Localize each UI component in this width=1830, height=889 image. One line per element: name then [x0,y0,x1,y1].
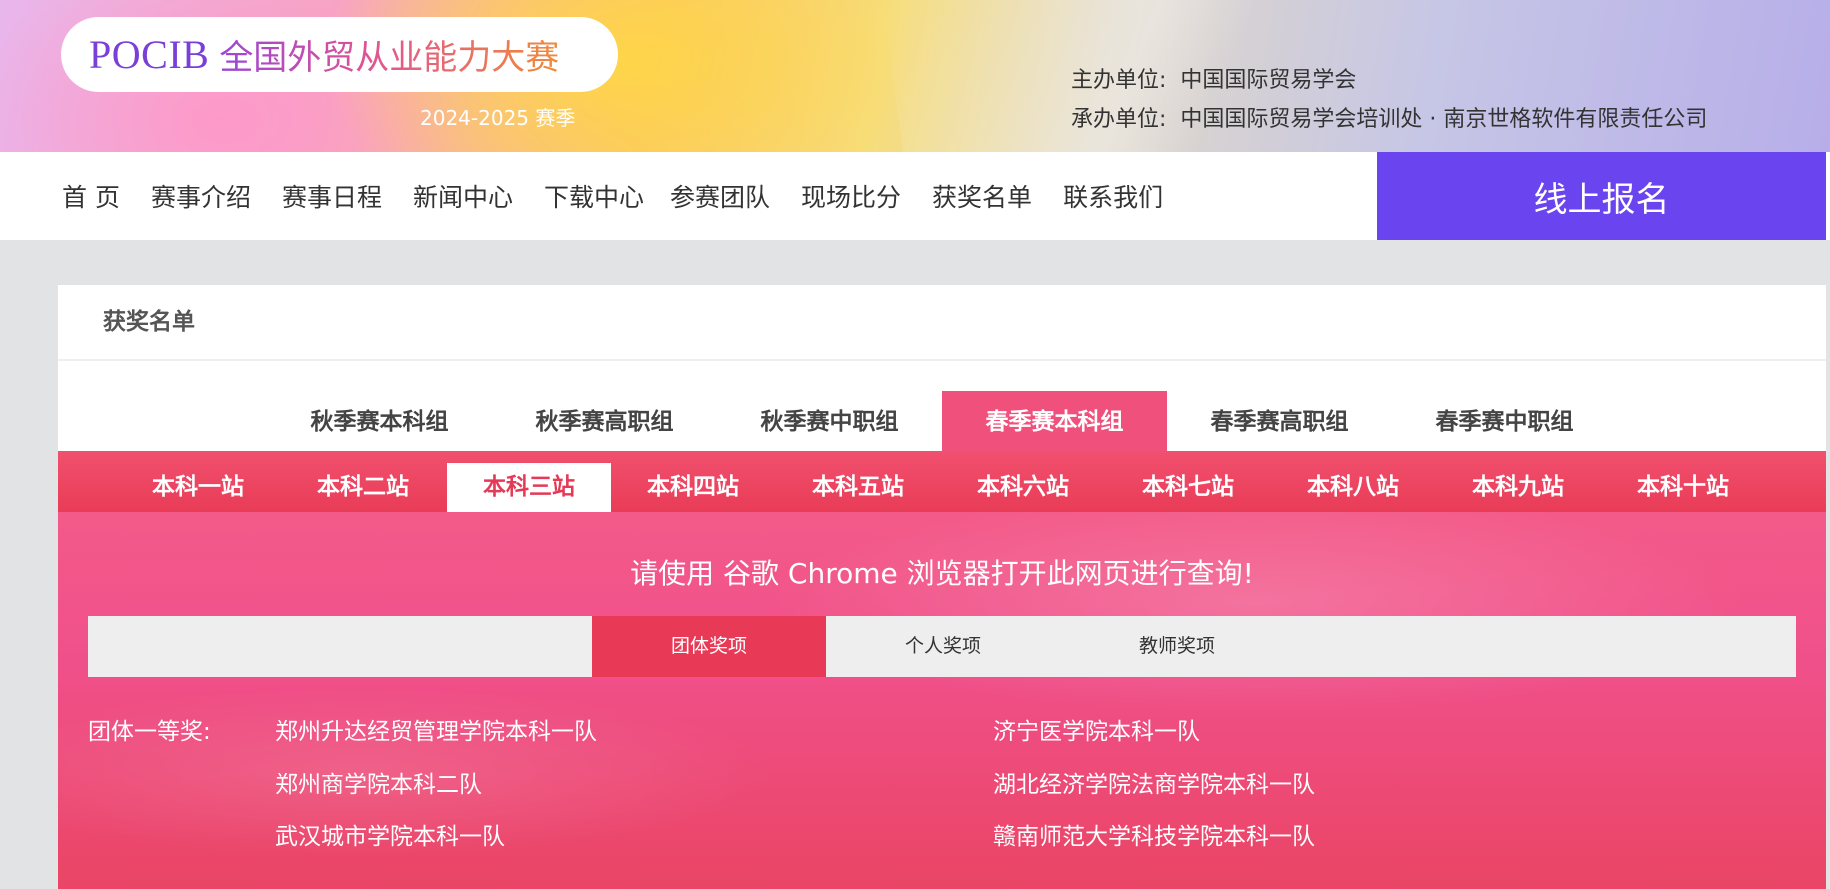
team-entry: 济宁医学院本科一队 [993,719,1200,745]
tab-station-9[interactable]: 本科九站 [1436,463,1600,512]
nav-item-live-score[interactable]: 现场比分 [801,178,901,214]
season-label: 2024-2025 赛季 [420,106,576,130]
tab-autumn-secondary[interactable]: 秋季赛中职组 [717,391,942,451]
nav-item-teams[interactable]: 参赛团队 [670,178,770,214]
tab-station-1[interactable]: 本科一站 [116,463,280,512]
competition-logo[interactable]: POCIB 全国外贸从业能力大赛 [61,17,618,92]
organizer-value: 中国国际贸易学会 [1180,68,1357,93]
season-tabs: 秋季赛本科组 秋季赛高职组 秋季赛中职组 春季赛本科组 春季赛高职组 春季赛中职… [58,391,1826,451]
online-register-button[interactable]: 线上报名 [1377,152,1826,240]
header-banner: POCIB 全国外贸从业能力大赛 2024-2025 赛季 主办单位: 中国国际贸… [0,0,1830,152]
organizer-key: 主办单位: [1071,68,1167,93]
logo-text-en: POCIB [89,32,210,77]
tab-station-5[interactable]: 本科五站 [776,463,940,512]
tab-spring-undergrad[interactable]: 春季赛本科组 [942,391,1167,451]
tab-station-3[interactable]: 本科三站 [447,463,611,512]
nav-item-home[interactable]: 首 页 [62,178,120,214]
nav-item-download[interactable]: 下载中心 [544,178,644,214]
divider [58,359,1826,361]
station-tabs: 本科一站 本科二站 本科三站 本科四站 本科五站 本科六站 本科七站 本科八站 … [58,451,1826,512]
tab-station-8[interactable]: 本科八站 [1271,463,1435,512]
team-entry: 武汉城市学院本科一队 [275,824,505,850]
nav-links: 首 页 赛事介绍 赛事日程 新闻中心 下载中心 参赛团队 现场比分 获奖名单 联… [62,152,1163,240]
team-entry: 湖北经济学院法商学院本科一队 [993,772,1315,798]
award-tabs: 团体奖项 个人奖项 教师奖项 [88,616,1796,677]
nav-item-contact[interactable]: 联系我们 [1063,178,1163,214]
nav-item-news[interactable]: 新闻中心 [413,178,513,214]
tab-autumn-vocational[interactable]: 秋季赛高职组 [492,391,717,451]
tab-station-10[interactable]: 本科十站 [1601,463,1765,512]
tab-team-award[interactable]: 团体奖项 [592,616,826,677]
tab-station-7[interactable]: 本科七站 [1106,463,1270,512]
results-panel: 请使用 谷歌 Chrome 浏览器打开此网页进行查询! 团体奖项 个人奖项 教师… [58,512,1826,889]
nav-item-intro[interactable]: 赛事介绍 [151,178,251,214]
nav-item-schedule[interactable]: 赛事日程 [282,178,382,214]
tab-individual-award[interactable]: 个人奖项 [826,616,1060,677]
tab-teacher-award[interactable]: 教师奖项 [1060,616,1294,677]
team-entry: 郑州升达经贸管理学院本科一队 [275,719,597,745]
nav-item-awards[interactable]: 获奖名单 [932,178,1032,214]
logo-text-cn: 全国外贸从业能力大赛 [219,30,559,79]
tab-station-2[interactable]: 本科二站 [281,463,445,512]
team-entry: 郑州商学院本科二队 [275,772,482,798]
breadcrumb: 获奖名单 [103,309,195,335]
tab-station-4[interactable]: 本科四站 [611,463,775,512]
tab-spring-secondary[interactable]: 春季赛中职组 [1392,391,1617,451]
team-entry: 赣南师范大学科技学院本科一队 [993,824,1315,850]
first-prize-label: 团体一等奖: [88,719,211,745]
host-value: 中国国际贸易学会培训处 · 南京世格软件有限责任公司 [1180,107,1708,132]
tab-autumn-undergrad[interactable]: 秋季赛本科组 [267,391,492,451]
content-card: 获奖名单 秋季赛本科组 秋季赛高职组 秋季赛中职组 春季赛本科组 春季赛高职组 … [58,285,1826,889]
tab-station-6[interactable]: 本科六站 [941,463,1105,512]
browser-notice: 请使用 谷歌 Chrome 浏览器打开此网页进行查询! [630,557,1254,590]
host-key: 承办单位: [1071,107,1167,132]
tab-spring-vocational[interactable]: 春季赛高职组 [1167,391,1392,451]
host-line: 承办单位: 中国国际贸易学会培训处 · 南京世格软件有限责任公司 [1071,101,1707,133]
organizer-line: 主办单位: 中国国际贸易学会 [1071,62,1356,94]
